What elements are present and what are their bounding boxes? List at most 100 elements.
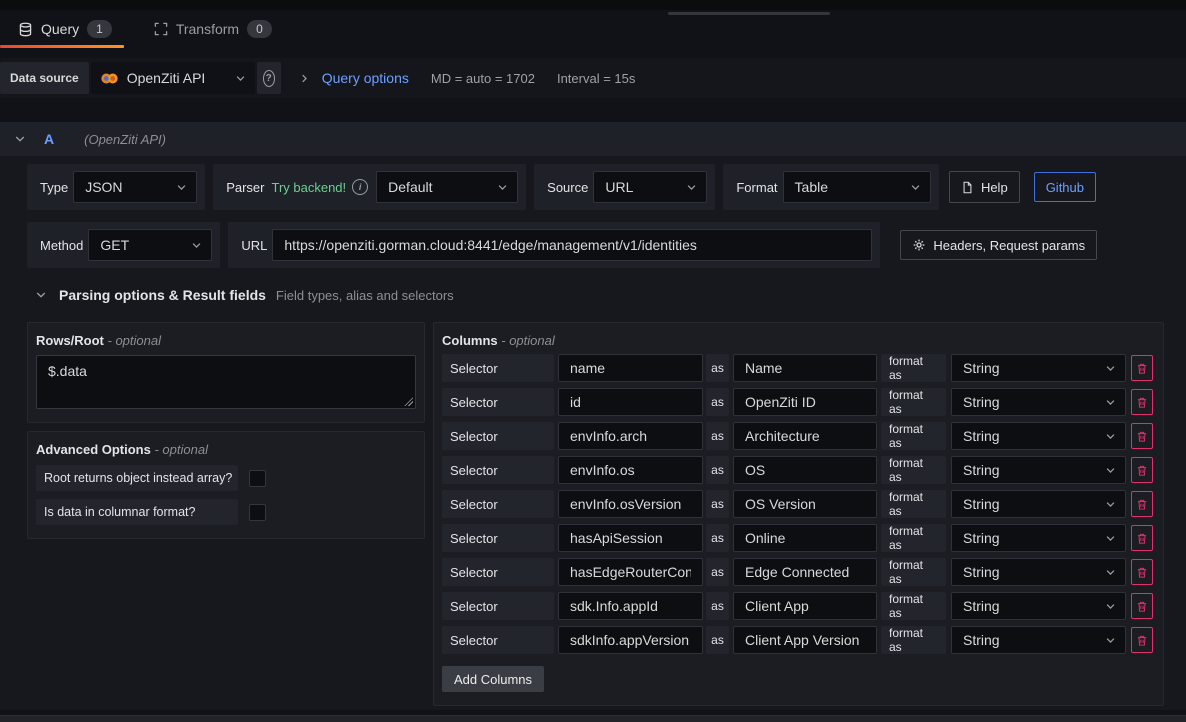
column-row: Selector as format as String [442, 490, 1155, 518]
as-chip: as [706, 388, 729, 416]
format-as-chip: format as [881, 456, 946, 484]
delete-column-button[interactable] [1131, 627, 1153, 653]
alias-input[interactable] [733, 592, 877, 620]
help-button[interactable]: Help [949, 171, 1020, 203]
alias-input[interactable] [733, 490, 877, 518]
parser-select[interactable]: Default [376, 171, 518, 203]
column-format-select[interactable]: String [951, 558, 1126, 586]
delete-column-button[interactable] [1131, 457, 1153, 483]
add-columns-button[interactable]: Add Columns [442, 666, 544, 692]
question-circle-icon: ? [263, 70, 275, 87]
delete-column-button[interactable] [1131, 593, 1153, 619]
selector-input[interactable] [558, 456, 703, 484]
rows-root-label: Rows/Root - optional [36, 333, 416, 348]
column-row: Selector as format as String [442, 388, 1155, 416]
selector-input[interactable] [558, 388, 703, 416]
datasource-toolbar: Data source OpenZiti API ? Query options… [0, 58, 1186, 98]
selector-chip: Selector [442, 626, 554, 654]
parser-label: Parser [221, 180, 269, 195]
delete-column-button[interactable] [1131, 355, 1153, 381]
format-as-chip: format as [881, 626, 946, 654]
column-format-select[interactable]: String [951, 592, 1126, 620]
advanced-options-box: Advanced Options - optional Root returns… [27, 431, 425, 539]
alias-input[interactable] [733, 388, 877, 416]
selector-input[interactable] [558, 422, 703, 450]
advanced-option-checkbox[interactable] [249, 470, 266, 487]
advanced-option-row: Root returns object instead array? [36, 465, 416, 491]
column-format-select[interactable]: String [951, 626, 1126, 654]
column-format-select[interactable]: String [951, 388, 1126, 416]
chevron-down-icon [1105, 601, 1116, 612]
query-options-maxdatapoints: MD = auto = 1702 [431, 71, 535, 86]
parsing-options-header[interactable]: Parsing options & Result fields Field ty… [27, 287, 1164, 303]
tab-query-count-badge: 1 [87, 20, 112, 38]
chevron-down-icon [1105, 431, 1116, 442]
delete-column-button[interactable] [1131, 559, 1153, 585]
url-input[interactable] [272, 229, 872, 261]
pane-resize-handle[interactable] [668, 12, 830, 15]
column-format-select[interactable]: String [951, 456, 1126, 484]
trash-icon [1136, 532, 1148, 545]
as-chip: as [706, 422, 729, 450]
rows-root-input[interactable] [36, 355, 416, 409]
selector-input[interactable] [558, 592, 703, 620]
chevron-down-icon [1105, 533, 1116, 544]
tab-query[interactable]: Query 1 [0, 10, 124, 48]
parser-backend-hint[interactable]: Try backend! [271, 180, 346, 195]
collapse-chevron-icon [35, 289, 47, 301]
delete-column-button[interactable] [1131, 389, 1153, 415]
method-field-group: Method GET [27, 222, 220, 268]
github-button[interactable]: Github [1034, 172, 1096, 202]
selector-chip: Selector [442, 456, 554, 484]
chevron-down-icon [910, 182, 921, 193]
query-options-toggle[interactable]: Query options [322, 70, 409, 86]
format-field-group: Format Table [723, 164, 938, 210]
tab-transform-label: Transform [176, 21, 239, 37]
alias-input[interactable] [733, 626, 877, 654]
datasource-help-button[interactable]: ? [257, 62, 281, 94]
datasource-picker[interactable]: OpenZiti API [91, 62, 255, 94]
column-row: Selector as format as String [442, 456, 1155, 484]
delete-column-button[interactable] [1131, 525, 1153, 551]
type-select[interactable]: JSON [73, 171, 197, 203]
format-select[interactable]: Table [783, 171, 931, 203]
document-icon [961, 181, 974, 194]
alias-input[interactable] [733, 422, 877, 450]
selector-chip: Selector [442, 524, 554, 552]
as-chip: as [706, 354, 729, 382]
alias-input[interactable] [733, 456, 877, 484]
selector-input[interactable] [558, 490, 703, 518]
chevron-down-icon [176, 182, 187, 193]
method-label: Method [35, 238, 88, 253]
advanced-option-checkbox[interactable] [249, 504, 266, 521]
collapse-chevron-icon [14, 133, 26, 145]
column-format-select[interactable]: String [951, 354, 1126, 382]
query-row-header[interactable]: A (OpenZiti API) [0, 122, 1186, 156]
selector-input[interactable] [558, 524, 703, 552]
selector-input[interactable] [558, 558, 703, 586]
column-format-select[interactable]: String [951, 524, 1126, 552]
query-datasource-hint: (OpenZiti API) [84, 132, 166, 147]
bottom-pane-divider[interactable] [0, 715, 1186, 722]
source-select[interactable]: URL [593, 171, 707, 203]
method-select[interactable]: GET [88, 229, 212, 261]
tab-transform[interactable]: Transform 0 [136, 10, 284, 48]
column-format-select[interactable]: String [951, 422, 1126, 450]
format-as-chip: format as [881, 388, 946, 416]
column-format-select[interactable]: String [951, 490, 1126, 518]
selector-input[interactable] [558, 354, 703, 382]
selector-input[interactable] [558, 626, 703, 654]
alias-input[interactable] [733, 354, 877, 382]
headers-request-params-button[interactable]: Headers, Request params [900, 230, 1097, 260]
column-row: Selector as format as String [442, 354, 1155, 382]
alias-input[interactable] [733, 558, 877, 586]
delete-column-button[interactable] [1131, 423, 1153, 449]
info-circle-icon[interactable]: i [352, 179, 368, 195]
transform-icon [154, 22, 168, 36]
selector-chip: Selector [442, 558, 554, 586]
format-as-chip: format as [881, 490, 946, 518]
delete-column-button[interactable] [1131, 491, 1153, 517]
alias-input[interactable] [733, 524, 877, 552]
trash-icon [1136, 464, 1148, 477]
source-field-group: Source URL [534, 164, 715, 210]
